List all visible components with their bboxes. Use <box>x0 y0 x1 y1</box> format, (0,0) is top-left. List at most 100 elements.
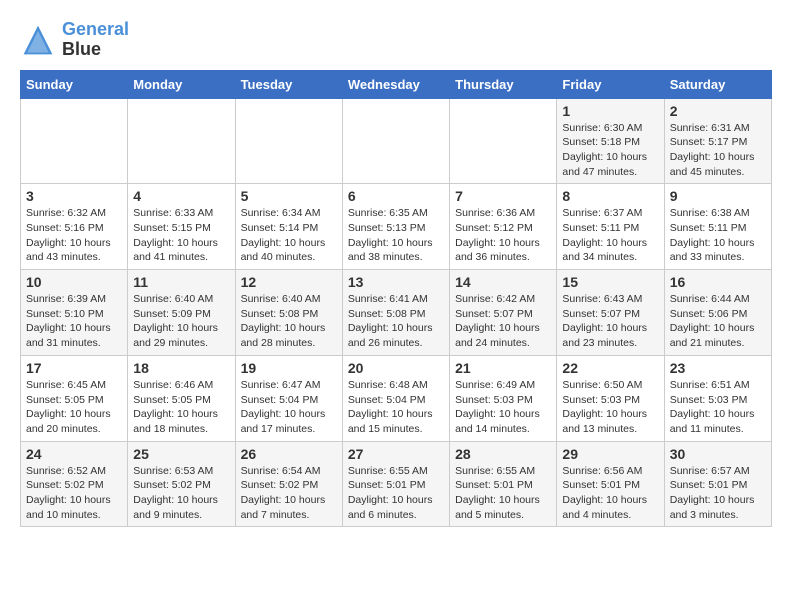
day-number: 9 <box>670 188 766 204</box>
day-info: Sunrise: 6:53 AM Sunset: 5:02 PM Dayligh… <box>133 464 229 523</box>
day-number: 12 <box>241 274 337 290</box>
day-info: Sunrise: 6:48 AM Sunset: 5:04 PM Dayligh… <box>348 378 444 437</box>
calendar-cell <box>342 98 449 184</box>
calendar-cell: 10 Sunrise: 6:39 AM Sunset: 5:10 PM Dayli… <box>21 270 128 356</box>
day-number: 10 <box>26 274 122 290</box>
day-info: Sunrise: 6:43 AM Sunset: 5:07 PM Dayligh… <box>562 292 658 351</box>
weekday-header-sunday: Sunday <box>21 70 128 98</box>
calendar-cell: 1 Sunrise: 6:30 AM Sunset: 5:18 PM Daylig… <box>557 98 664 184</box>
day-info: Sunrise: 6:46 AM Sunset: 5:05 PM Dayligh… <box>133 378 229 437</box>
calendar-cell: 2Sunrise: 6:31 AM Sunset: 5:17 PM Daylig… <box>664 98 771 184</box>
calendar-cell: 24 Sunrise: 6:52 AM Sunset: 5:02 PM Dayli… <box>21 441 128 527</box>
calendar-week-1: 1 Sunrise: 6:30 AM Sunset: 5:18 PM Daylig… <box>21 98 772 184</box>
calendar-cell: 6 Sunrise: 6:35 AM Sunset: 5:13 PM Daylig… <box>342 184 449 270</box>
calendar-table: SundayMondayTuesdayWednesdayThursdayFrid… <box>20 70 772 528</box>
day-info: Sunrise: 6:40 AM Sunset: 5:09 PM Dayligh… <box>133 292 229 351</box>
day-number: 19 <box>241 360 337 376</box>
calendar-cell: 25 Sunrise: 6:53 AM Sunset: 5:02 PM Dayli… <box>128 441 235 527</box>
day-number: 21 <box>455 360 551 376</box>
day-info: Sunrise: 6:42 AM Sunset: 5:07 PM Dayligh… <box>455 292 551 351</box>
day-number: 4 <box>133 188 229 204</box>
calendar-cell: 28Sunrise: 6:55 AM Sunset: 5:01 PM Dayli… <box>450 441 557 527</box>
calendar-cell: 21Sunrise: 6:49 AM Sunset: 5:03 PM Dayli… <box>450 355 557 441</box>
day-info: Sunrise: 6:35 AM Sunset: 5:13 PM Dayligh… <box>348 206 444 265</box>
weekday-header-saturday: Saturday <box>664 70 771 98</box>
calendar-cell <box>21 98 128 184</box>
calendar-cell: 4 Sunrise: 6:33 AM Sunset: 5:15 PM Daylig… <box>128 184 235 270</box>
day-info: Sunrise: 6:37 AM Sunset: 5:11 PM Dayligh… <box>562 206 658 265</box>
calendar-cell: 19 Sunrise: 6:47 AM Sunset: 5:04 PM Dayli… <box>235 355 342 441</box>
calendar-cell: 15 Sunrise: 6:43 AM Sunset: 5:07 PM Dayli… <box>557 270 664 356</box>
day-info: Sunrise: 6:47 AM Sunset: 5:04 PM Dayligh… <box>241 378 337 437</box>
calendar-cell: 8 Sunrise: 6:37 AM Sunset: 5:11 PM Daylig… <box>557 184 664 270</box>
calendar-cell <box>128 98 235 184</box>
day-info: Sunrise: 6:40 AM Sunset: 5:08 PM Dayligh… <box>241 292 337 351</box>
day-number: 1 <box>562 103 658 119</box>
day-info: Sunrise: 6:44 AM Sunset: 5:06 PM Dayligh… <box>670 292 766 351</box>
day-info: Sunrise: 6:50 AM Sunset: 5:03 PM Dayligh… <box>562 378 658 437</box>
day-info: Sunrise: 6:45 AM Sunset: 5:05 PM Dayligh… <box>26 378 122 437</box>
calendar-cell: 11 Sunrise: 6:40 AM Sunset: 5:09 PM Dayli… <box>128 270 235 356</box>
day-info: Sunrise: 6:52 AM Sunset: 5:02 PM Dayligh… <box>26 464 122 523</box>
weekday-header-monday: Monday <box>128 70 235 98</box>
day-info: Sunrise: 6:54 AM Sunset: 5:02 PM Dayligh… <box>241 464 337 523</box>
calendar-cell: 27 Sunrise: 6:55 AM Sunset: 5:01 PM Dayli… <box>342 441 449 527</box>
day-number: 25 <box>133 446 229 462</box>
day-info: Sunrise: 6:41 AM Sunset: 5:08 PM Dayligh… <box>348 292 444 351</box>
weekday-header-friday: Friday <box>557 70 664 98</box>
day-number: 22 <box>562 360 658 376</box>
calendar-week-3: 10 Sunrise: 6:39 AM Sunset: 5:10 PM Dayli… <box>21 270 772 356</box>
day-info: Sunrise: 6:33 AM Sunset: 5:15 PM Dayligh… <box>133 206 229 265</box>
day-number: 6 <box>348 188 444 204</box>
calendar-cell: 3 Sunrise: 6:32 AM Sunset: 5:16 PM Daylig… <box>21 184 128 270</box>
calendar-cell: 29 Sunrise: 6:56 AM Sunset: 5:01 PM Dayli… <box>557 441 664 527</box>
calendar-cell <box>450 98 557 184</box>
day-number: 30 <box>670 446 766 462</box>
day-number: 14 <box>455 274 551 290</box>
calendar-cell: 23 Sunrise: 6:51 AM Sunset: 5:03 PM Dayli… <box>664 355 771 441</box>
calendar-cell: 16 Sunrise: 6:44 AM Sunset: 5:06 PM Dayli… <box>664 270 771 356</box>
day-number: 24 <box>26 446 122 462</box>
calendar-cell: 26 Sunrise: 6:54 AM Sunset: 5:02 PM Dayli… <box>235 441 342 527</box>
calendar-cell: 20Sunrise: 6:48 AM Sunset: 5:04 PM Dayli… <box>342 355 449 441</box>
weekday-header-wednesday: Wednesday <box>342 70 449 98</box>
day-info: Sunrise: 6:57 AM Sunset: 5:01 PM Dayligh… <box>670 464 766 523</box>
calendar-cell: 17Sunrise: 6:45 AM Sunset: 5:05 PM Dayli… <box>21 355 128 441</box>
day-info: Sunrise: 6:34 AM Sunset: 5:14 PM Dayligh… <box>241 206 337 265</box>
day-number: 16 <box>670 274 766 290</box>
day-number: 26 <box>241 446 337 462</box>
calendar-cell: 14 Sunrise: 6:42 AM Sunset: 5:07 PM Dayli… <box>450 270 557 356</box>
calendar-cell: 9 Sunrise: 6:38 AM Sunset: 5:11 PM Daylig… <box>664 184 771 270</box>
day-number: 11 <box>133 274 229 290</box>
calendar-cell: 5 Sunrise: 6:34 AM Sunset: 5:14 PM Daylig… <box>235 184 342 270</box>
day-number: 23 <box>670 360 766 376</box>
calendar-cell: 12 Sunrise: 6:40 AM Sunset: 5:08 PM Dayli… <box>235 270 342 356</box>
logo-icon <box>20 22 56 58</box>
day-info: Sunrise: 6:30 AM Sunset: 5:18 PM Dayligh… <box>562 121 658 180</box>
day-number: 29 <box>562 446 658 462</box>
day-info: Sunrise: 6:38 AM Sunset: 5:11 PM Dayligh… <box>670 206 766 265</box>
day-number: 13 <box>348 274 444 290</box>
day-number: 3 <box>26 188 122 204</box>
day-info: Sunrise: 6:56 AM Sunset: 5:01 PM Dayligh… <box>562 464 658 523</box>
logo: General Blue <box>20 20 129 60</box>
calendar-cell: 7 Sunrise: 6:36 AM Sunset: 5:12 PM Daylig… <box>450 184 557 270</box>
day-number: 15 <box>562 274 658 290</box>
day-info: Sunrise: 6:55 AM Sunset: 5:01 PM Dayligh… <box>348 464 444 523</box>
calendar-cell <box>235 98 342 184</box>
day-number: 7 <box>455 188 551 204</box>
day-number: 8 <box>562 188 658 204</box>
day-info: Sunrise: 6:39 AM Sunset: 5:10 PM Dayligh… <box>26 292 122 351</box>
day-info: Sunrise: 6:32 AM Sunset: 5:16 PM Dayligh… <box>26 206 122 265</box>
weekday-header-tuesday: Tuesday <box>235 70 342 98</box>
calendar-cell: 18Sunrise: 6:46 AM Sunset: 5:05 PM Dayli… <box>128 355 235 441</box>
calendar-cell: 22 Sunrise: 6:50 AM Sunset: 5:03 PM Dayli… <box>557 355 664 441</box>
day-info: Sunrise: 6:55 AM Sunset: 5:01 PM Dayligh… <box>455 464 551 523</box>
day-number: 5 <box>241 188 337 204</box>
page-header: General Blue <box>20 20 772 60</box>
calendar-cell: 30 Sunrise: 6:57 AM Sunset: 5:01 PM Dayli… <box>664 441 771 527</box>
calendar-week-2: 3 Sunrise: 6:32 AM Sunset: 5:16 PM Daylig… <box>21 184 772 270</box>
day-info: Sunrise: 6:51 AM Sunset: 5:03 PM Dayligh… <box>670 378 766 437</box>
day-number: 27 <box>348 446 444 462</box>
day-info: Sunrise: 6:36 AM Sunset: 5:12 PM Dayligh… <box>455 206 551 265</box>
